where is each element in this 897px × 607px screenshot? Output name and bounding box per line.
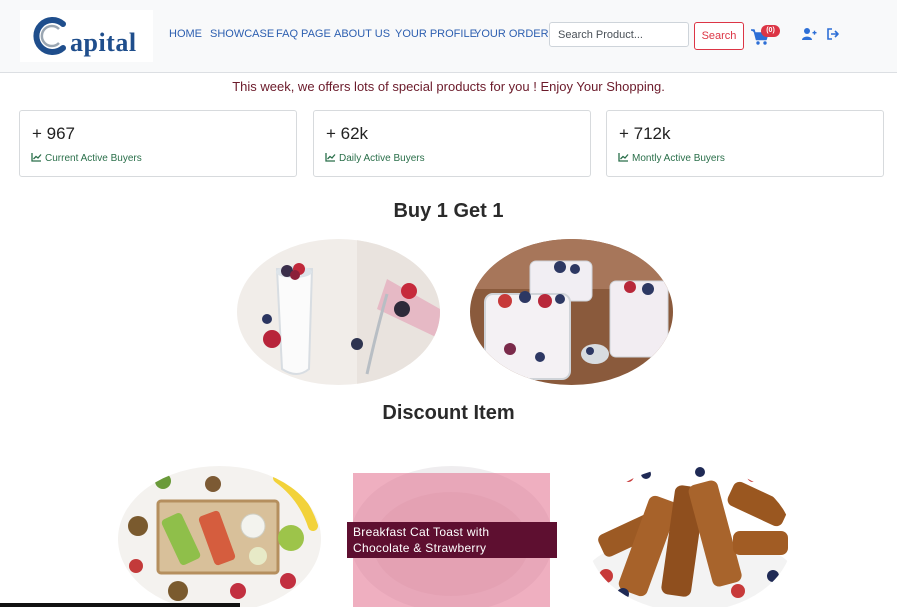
cart-button[interactable]: (0): [750, 25, 782, 45]
cart-count-badge: (0): [761, 25, 780, 37]
chart-line-icon: [325, 153, 336, 162]
stat-value: + 967: [32, 124, 76, 143]
horizontal-scrollbar[interactable]: [0, 603, 240, 607]
logout-icon[interactable]: [826, 27, 840, 41]
stat-value: + 62k: [326, 124, 369, 143]
top-navbar: apital HOME SHOWCASE FAQ PAGE ABOUT US Y…: [0, 0, 897, 73]
stat-label: Current Active Buyers: [31, 152, 142, 164]
stat-label: Montly Active Buyers: [618, 152, 725, 164]
caption-line-1: Breakfast Cat Toast with: [353, 525, 490, 539]
nav-link-faq[interactable]: FAQ PAGE: [276, 28, 331, 40]
nav-link-your-orders[interactable]: YOUR ORDERS: [474, 28, 556, 40]
stat-label: Daily Active Buyers: [325, 152, 425, 164]
stat-value: + 712k: [619, 124, 671, 143]
nav-link-showcase[interactable]: SHOWCASE: [210, 28, 274, 40]
search-button[interactable]: Search: [694, 22, 744, 50]
chart-line-icon: [31, 153, 42, 162]
bogo-product-image-parfait[interactable]: [470, 239, 673, 385]
promo-banner-text: This week, we offers lots of special pro…: [232, 79, 665, 94]
chart-line-icon: [618, 153, 629, 162]
bogo-section-title: Buy 1 Get 1: [393, 200, 504, 222]
user-plus-icon[interactable]: [801, 27, 817, 41]
discount-product-image-french-toast[interactable]: [588, 466, 792, 607]
nav-link-your-profile[interactable]: YOUR PROFILE: [395, 28, 477, 40]
brand-logo[interactable]: apital: [20, 10, 153, 62]
logo-text: apital: [70, 28, 137, 57]
stat-card-daily: + 62k Daily Active Buyers: [313, 110, 591, 177]
discount-product-image-fruit-box[interactable]: [118, 466, 321, 607]
discount-section-title: Discount Item: [382, 402, 515, 424]
nav-link-about-us[interactable]: ABOUT US: [334, 28, 390, 40]
bogo-product-image-yogurt[interactable]: [237, 239, 440, 385]
discount-item-caption: Breakfast Cat Toast with Chocolate & Str…: [347, 522, 557, 558]
stat-card-monthly: + 712k Montly Active Buyers: [606, 110, 884, 177]
caption-line-2: Chocolate & Strawberry: [353, 541, 487, 555]
logo-c-icon: [33, 17, 66, 55]
stat-card-current: + 967 Current Active Buyers: [19, 110, 297, 177]
nav-link-home[interactable]: HOME: [169, 28, 202, 40]
search-input[interactable]: [549, 22, 689, 47]
